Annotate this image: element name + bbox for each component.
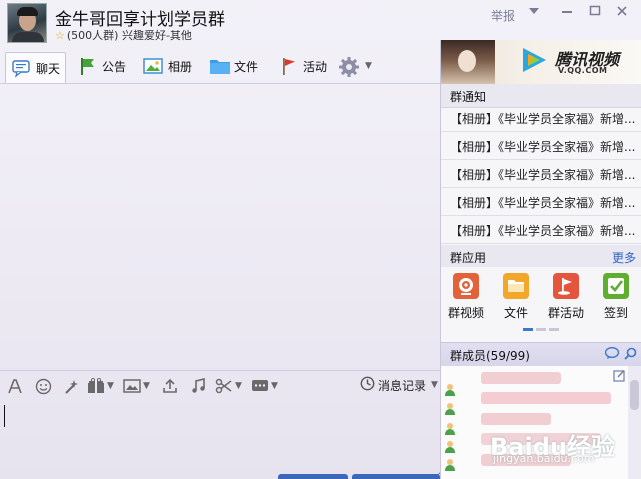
member-avatar-icon[interactable] — [445, 423, 455, 435]
chevron-down-icon: ▼ — [365, 61, 372, 71]
chevron-down-icon: ▼ — [431, 380, 438, 390]
screenshot-scissors-icon[interactable]: ▼ — [215, 377, 242, 395]
tab-activity-label: 活动 — [303, 59, 328, 74]
members-title: 群成员(59/99) — [450, 349, 530, 363]
settings-menu-button[interactable]: ▼ — [333, 52, 377, 80]
report-link[interactable]: 举报 — [491, 7, 515, 24]
pager-dot-active[interactable] — [523, 328, 533, 331]
chat-icon — [11, 58, 31, 78]
message-history-label: 消息记录 — [378, 378, 427, 393]
group-info: ☆ (500人群) 兴趣爱好-其他 — [55, 27, 192, 43]
group-avatar[interactable] — [7, 3, 47, 43]
upload-icon[interactable] — [162, 377, 178, 395]
watermark-url: jingyan.baidu.com — [493, 452, 595, 465]
pager-dot[interactable] — [549, 328, 559, 331]
member-avatar-icon[interactable] — [445, 441, 455, 453]
message-input[interactable] — [0, 400, 444, 478]
clock-icon — [360, 376, 375, 394]
ad-banner[interactable]: 腾讯视频 V.QQ.COM — [441, 40, 641, 84]
music-icon[interactable] — [190, 377, 206, 395]
notice-item[interactable]: 【相册】《毕业学员全家福》新增... — [441, 160, 641, 188]
photo-album-icon — [143, 56, 163, 76]
group-apps-header: 群应用 更多 — [441, 245, 641, 267]
app-files[interactable]: 文件 — [493, 273, 539, 321]
tab-chat[interactable]: 聊天 — [5, 52, 67, 83]
message-history-button[interactable]: 消息记录 ▼ — [360, 376, 438, 394]
tab-announcement[interactable]: 公告 — [72, 52, 131, 80]
member-avatar-icon[interactable] — [445, 403, 455, 415]
gear-icon — [338, 56, 359, 77]
announcement-flag-icon — [77, 56, 97, 76]
ad-url: V.QQ.COM — [558, 66, 608, 75]
folder-icon — [209, 56, 230, 76]
app-group-activity[interactable]: 群活动 — [543, 273, 589, 321]
video-camera-icon — [453, 273, 479, 299]
image-icon[interactable]: ▼ — [123, 377, 150, 395]
input-divider[interactable] — [0, 370, 440, 371]
dropdown-menu-icon[interactable] — [524, 4, 544, 22]
app-group-activity-label: 群活动 — [547, 306, 584, 320]
minimize-icon[interactable] — [557, 4, 577, 22]
input-toolbar: ▼ ▼ ▼ ▼ 消息记录 ▼ — [0, 372, 440, 399]
send-button[interactable] — [352, 474, 440, 479]
apps-pager[interactable] — [523, 328, 559, 331]
tab-files-label: 文件 — [234, 59, 259, 74]
member-avatar-icon[interactable] — [445, 384, 455, 396]
folder-icon — [503, 273, 529, 299]
pager-dot[interactable] — [536, 328, 546, 331]
tab-announcement-label: 公告 — [102, 59, 127, 74]
notice-item[interactable]: 【相册】《毕业学员全家福》新增... — [441, 104, 641, 132]
tab-files[interactable]: 文件 — [204, 52, 263, 80]
tencent-video-logo-icon — [519, 45, 549, 75]
send-buttons — [276, 474, 440, 479]
app-checkin-label: 签到 — [603, 306, 628, 320]
gift-icon[interactable]: ▼ — [87, 377, 114, 395]
star-icon: ☆ — [55, 29, 65, 42]
notice-item[interactable]: 【相册】《毕业学员全家福》新增... — [441, 216, 641, 244]
tab-album[interactable]: 相册 — [138, 52, 197, 80]
font-icon[interactable] — [7, 377, 23, 395]
app-files-label: 文件 — [503, 306, 528, 320]
more-tools-icon[interactable]: ▼ — [251, 377, 278, 395]
close-chat-button[interactable] — [278, 474, 348, 479]
group-notice-title: 群通知 — [450, 90, 487, 104]
notice-item[interactable]: 【相册】《毕业学员全家福》新增... — [441, 132, 641, 160]
member-chat-icon[interactable] — [604, 346, 620, 363]
app-group-video[interactable]: 群视频 — [443, 273, 489, 321]
members-header: 群成员(59/99) — [441, 342, 641, 366]
checkin-icon — [603, 273, 629, 299]
member-search-icon[interactable] — [624, 347, 637, 363]
group-apps-title: 群应用 — [450, 251, 487, 265]
apps-more-link[interactable]: 更多 — [612, 249, 636, 266]
notice-item[interactable]: 【相册】《毕业学员全家福》新增... — [441, 188, 641, 216]
app-group-video-label: 群视频 — [447, 306, 484, 320]
tab-chat-label: 聊天 — [36, 61, 61, 76]
tab-activity[interactable]: 活动 — [273, 52, 332, 80]
maximize-icon[interactable] — [585, 4, 605, 22]
message-area[interactable] — [0, 84, 440, 370]
activity-flag-icon — [278, 56, 298, 76]
text-cursor — [4, 405, 5, 427]
emoji-icon[interactable] — [35, 377, 52, 395]
member-avatar-icon[interactable] — [445, 459, 455, 471]
edit-icon[interactable] — [613, 369, 626, 385]
tab-album-label: 相册 — [168, 59, 193, 74]
group-info-text: (500人群) 兴趣爱好-其他 — [66, 29, 192, 42]
scrollbar-thumb[interactable] — [630, 380, 639, 410]
tab-bar: 聊天 公告 相册 文件 活动 ▼ — [0, 48, 440, 84]
app-checkin[interactable]: 签到 — [593, 273, 639, 321]
ad-image — [441, 40, 495, 84]
magic-wand-icon[interactable] — [63, 377, 80, 395]
close-icon[interactable] — [612, 4, 632, 22]
activity-flag-icon — [553, 273, 579, 299]
